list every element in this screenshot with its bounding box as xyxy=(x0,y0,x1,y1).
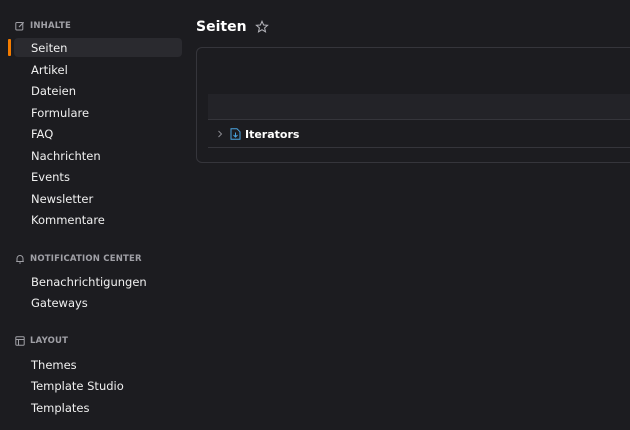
sidebar-item-label: Seiten xyxy=(31,40,68,55)
sidebar-item-events[interactable]: Events xyxy=(14,167,182,186)
sidebar-item-label: Formulare xyxy=(31,105,90,120)
sidebar-item-formulare[interactable]: Formulare xyxy=(14,103,182,122)
chevron-right-icon[interactable] xyxy=(216,130,224,138)
star-icon[interactable] xyxy=(254,20,269,34)
page-title-bar: Seiten xyxy=(196,17,269,37)
sidebar-item-seiten[interactable]: Seiten xyxy=(14,38,182,57)
sidebar-group-title: INHALTE xyxy=(30,21,71,31)
sidebar-item-template-studio[interactable]: Template Studio xyxy=(14,376,182,395)
sidebar-item-label: Nachrichten xyxy=(31,148,101,163)
sidebar-item-nachrichten[interactable]: Nachrichten xyxy=(14,146,182,165)
sidebar-item-label: Dateien xyxy=(31,83,77,98)
sidebar-item-label: FAQ xyxy=(31,126,54,141)
bell-icon xyxy=(15,254,25,264)
sidebar-item-gateways[interactable]: Gateways xyxy=(14,293,182,312)
sidebar-item-artikel[interactable]: Artikel xyxy=(14,60,182,79)
sidebar-item-label: Events xyxy=(31,169,70,184)
sidebar-group-header: LAYOUT xyxy=(15,334,68,348)
sidebar-item-label: Templates xyxy=(31,400,90,415)
sidebar-group-title: NOTIFICATION CENTER xyxy=(30,254,142,264)
sidebar-item-kommentare[interactable]: Kommentare xyxy=(14,210,182,229)
sidebar-item-benachrichtigungen[interactable]: Benachrichtigungen xyxy=(14,272,182,291)
tree-header xyxy=(208,94,630,120)
sidebar-group-title: LAYOUT xyxy=(30,336,69,346)
sidebar-item-templates[interactable]: Templates xyxy=(14,398,182,417)
sidebar-item-dateien[interactable]: Dateien xyxy=(14,81,182,100)
sidebar-item-label: Template Studio xyxy=(31,378,124,393)
sidebar-item-themes[interactable]: Themes xyxy=(14,355,182,374)
sidebar-item-label: Newsletter xyxy=(31,191,94,206)
sidebar-item-label: Themes xyxy=(31,357,77,372)
sidebar-item-label: Benachrichtigungen xyxy=(31,274,147,289)
sidebar-item-faq[interactable]: FAQ xyxy=(14,124,182,143)
sidebar-item-label: Kommentare xyxy=(31,212,105,227)
edit-icon xyxy=(15,21,25,31)
tree-row-label: Iterators xyxy=(245,127,300,141)
layout-icon xyxy=(15,336,25,346)
sidebar-item-newsletter[interactable]: Newsletter xyxy=(14,189,182,208)
app-window: INHALTE Seiten Artikel Dateien Formulare… xyxy=(0,0,630,430)
sidebar-item-label: Gateways xyxy=(31,295,88,310)
active-indicator xyxy=(8,39,11,56)
sidebar-item-label: Artikel xyxy=(31,62,68,77)
sidebar-group-header: NOTIFICATION CENTER xyxy=(15,252,142,266)
sidebar: INHALTE Seiten Artikel Dateien Formulare… xyxy=(0,0,190,430)
page-title: Seiten xyxy=(196,19,247,35)
sidebar-group-header: INHALTE xyxy=(15,19,71,33)
page-icon xyxy=(230,128,241,140)
tree-row[interactable]: Iterators xyxy=(208,121,630,148)
